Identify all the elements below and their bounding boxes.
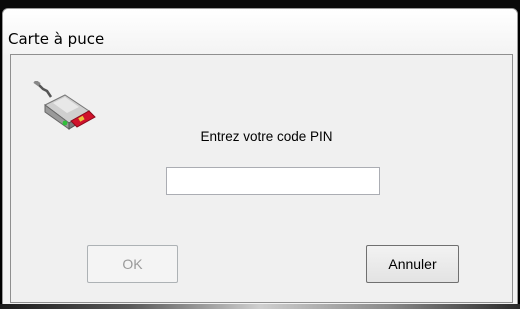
title-bar[interactable]: Carte à puce <box>3 9 517 55</box>
dialog-body: Entrez votre code PIN OK Annuler <box>10 54 513 303</box>
smart-card-pin-dialog: Carte à puce Entrez votre code PIN OK An… <box>2 8 518 306</box>
ok-button[interactable]: OK <box>87 245 178 283</box>
pin-prompt-label: Entrez votre code PIN <box>200 129 333 144</box>
window-title: Carte à puce <box>8 30 105 48</box>
smart-card-reader-icon <box>33 81 96 130</box>
screen-bottom-edge <box>0 304 520 309</box>
pin-input[interactable] <box>166 167 380 195</box>
cancel-button[interactable]: Annuler <box>366 245 459 283</box>
